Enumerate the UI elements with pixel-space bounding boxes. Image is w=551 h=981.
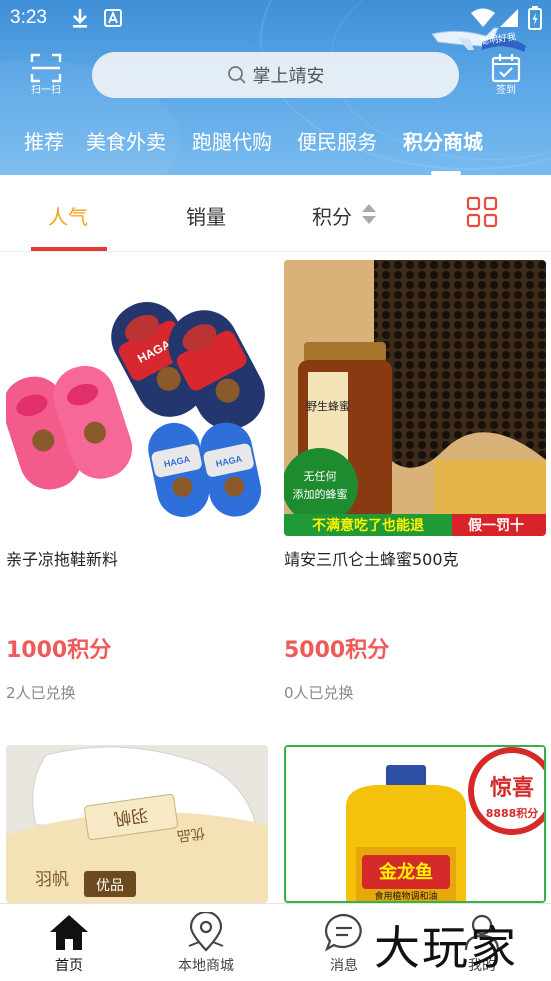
battery-icon	[528, 6, 542, 30]
sort-active-indicator	[31, 247, 107, 251]
tab-food-delivery[interactable]: 美食外卖	[86, 126, 166, 155]
badge-text: 无任何	[304, 470, 337, 483]
oil-brand-text: 金龙鱼	[378, 861, 433, 883]
product-card[interactable]: HAGA HAGA HAGA 亲子凉拖鞋新料 1000积分 2人已兑换	[6, 260, 268, 702]
signin-label: 签到	[496, 85, 516, 96]
download-icon	[73, 9, 87, 28]
location-icon	[188, 912, 224, 952]
message-icon	[324, 913, 362, 952]
product-title[interactable]: 靖安三爪仑土蜂蜜500克	[284, 546, 459, 570]
tissue-brand-text: 羽帆	[35, 870, 69, 890]
calendar-check-icon	[491, 54, 521, 83]
product-title[interactable]: 亲子凉拖鞋新料	[6, 546, 118, 570]
product-card[interactable]: 金龙鱼 食用植物调和油 惊喜 8888积分	[284, 745, 546, 903]
app-header: 3:23 扫一扫 掌上靖安 聪明好我 签到 推荐 美食外卖 跑腿代购 便民服务 …	[0, 0, 551, 175]
scan-label: 扫一扫	[31, 85, 61, 96]
sort-popularity[interactable]: 人气	[48, 201, 88, 230]
product-image-honey[interactable]: 野生蜂蜜 无任何 添加的蜂蜜 不满意吃了也能退 假一罚十	[284, 260, 546, 536]
nav-home[interactable]: 首页	[24, 912, 114, 975]
nav-home-label: 首页	[55, 958, 83, 974]
tissue-image: 羽帆 优品 羽帆 优品	[6, 745, 268, 903]
watermark: 大玩家	[374, 912, 546, 975]
product-image-oil[interactable]: 金龙鱼 食用植物调和油 惊喜 8888积分	[284, 745, 546, 903]
banner-text: 假一罚十	[468, 517, 524, 534]
product-card[interactable]: 羽帆 优品 羽帆 优品	[6, 745, 268, 903]
oil-brand-text: 食用植物调和油	[374, 890, 437, 901]
tissue-brand-text: 优品	[96, 878, 124, 894]
honey-image: 野生蜂蜜 无任何 添加的蜂蜜 不满意吃了也能退 假一罚十	[284, 260, 546, 536]
category-tabs: 推荐 美食外卖 跑腿代购 便民服务 积分商城	[0, 126, 551, 166]
tab-convenience[interactable]: 便民服务	[297, 126, 377, 155]
nav-local-mall-label: 本地商城	[178, 958, 234, 974]
slippers-image: HAGA HAGA HAGA	[6, 301, 265, 517]
search-input[interactable]: 掌上靖安	[92, 52, 459, 98]
product-image-tissue[interactable]: 羽帆 优品 羽帆 优品	[6, 745, 268, 903]
product-image-slippers[interactable]: HAGA HAGA HAGA	[6, 260, 268, 536]
a-notification-icon	[104, 9, 122, 27]
sort-points[interactable]: 积分	[312, 201, 352, 230]
tab-errand[interactable]: 跑腿代购	[192, 126, 272, 155]
jar-label-text: 野生蜂蜜	[306, 399, 350, 413]
nav-local-mall[interactable]: 本地商城	[161, 912, 251, 975]
sort-sales[interactable]: 销量	[186, 201, 226, 230]
grid-view-icon[interactable]	[466, 196, 498, 228]
status-time: 3:23	[10, 7, 47, 28]
promo-text: 8888积分	[486, 806, 539, 820]
scan-button[interactable]: 扫一扫	[22, 52, 70, 102]
signin-button[interactable]: 签到	[484, 52, 528, 102]
banner-text: 不满意吃了也能退	[312, 517, 424, 534]
sort-arrows-icon	[362, 204, 376, 224]
product-points: 1000积分	[6, 638, 112, 663]
watermark-text: 大玩家	[374, 921, 518, 975]
promo-text: 惊喜	[490, 775, 534, 801]
badge-text: 添加的蜂蜜	[293, 487, 348, 501]
scan-icon	[30, 53, 62, 83]
product-card[interactable]: 野生蜂蜜 无任何 添加的蜂蜜 不满意吃了也能退 假一罚十 靖安三爪仑土蜂蜜500…	[284, 260, 546, 702]
search-icon	[227, 66, 246, 84]
tab-recommend[interactable]: 推荐	[24, 126, 64, 155]
product-points: 5000积分	[284, 638, 390, 663]
oil-image: 金龙鱼 食用植物调和油 惊喜 8888积分	[286, 747, 544, 901]
home-icon	[50, 915, 88, 950]
tab-points-mall[interactable]: 积分商城	[403, 126, 483, 155]
product-exchanged-count: 2人已兑换	[6, 684, 76, 702]
product-exchanged-count: 0人已兑换	[284, 684, 354, 702]
search-placeholder: 掌上靖安	[252, 66, 325, 87]
